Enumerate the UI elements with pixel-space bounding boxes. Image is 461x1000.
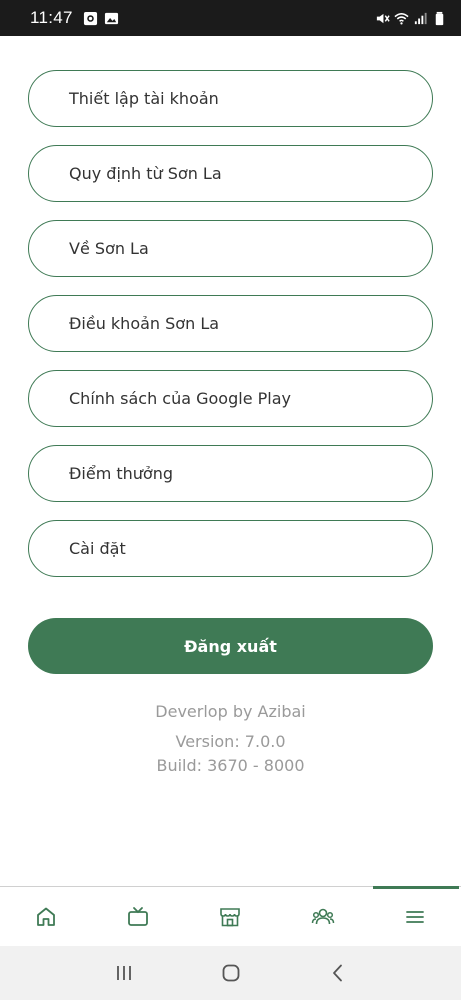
community-icon bbox=[311, 908, 334, 924]
home-circle-icon bbox=[222, 964, 239, 982]
settings-item[interactable]: Cài đặt bbox=[28, 520, 433, 577]
build-text: Build: 3670 - 8000 bbox=[156, 756, 305, 775]
tv-icon bbox=[128, 906, 149, 926]
account-settings-item[interactable]: Thiết lập tài khoản bbox=[28, 70, 433, 127]
menu-item-label: Thiết lập tài khoản bbox=[69, 89, 219, 108]
developer-credit: Deverlop by Azibai bbox=[155, 702, 306, 721]
son-la-terms-item[interactable]: Điều khoản Sơn La bbox=[28, 295, 433, 352]
menu-item-label: Điều khoản Sơn La bbox=[69, 314, 220, 333]
nav-home[interactable] bbox=[0, 887, 92, 947]
wifi-icon bbox=[394, 11, 409, 26]
menu-item-label: Chính sách của Google Play bbox=[69, 389, 291, 408]
reward-points-item[interactable]: Điểm thưởng bbox=[28, 445, 433, 502]
nav-store[interactable] bbox=[184, 887, 276, 947]
battery-icon bbox=[432, 11, 447, 26]
bottom-navigation bbox=[0, 886, 461, 946]
nav-community[interactable] bbox=[277, 887, 369, 947]
menu-item-label: Điểm thưởng bbox=[69, 464, 173, 483]
menu-icon bbox=[405, 910, 424, 923]
status-bar: 11:47 bbox=[0, 0, 461, 36]
version-text: Version: 7.0.0 bbox=[175, 732, 286, 751]
menu-item-label: Cài đặt bbox=[69, 539, 126, 558]
system-navigation-bar bbox=[0, 946, 461, 1000]
about-son-la-item[interactable]: Về Sơn La bbox=[28, 220, 433, 277]
google-play-policy-item[interactable]: Chính sách của Google Play bbox=[28, 370, 433, 427]
nav-menu[interactable] bbox=[369, 887, 461, 947]
recent-apps-icon bbox=[116, 966, 131, 980]
active-tab-indicator bbox=[373, 886, 459, 889]
settings-menu-list: Thiết lập tài khoản Quy định từ Sơn La V… bbox=[28, 70, 433, 595]
recent-apps-button[interactable] bbox=[104, 953, 144, 993]
mute-icon bbox=[375, 11, 390, 26]
status-right-icons bbox=[375, 11, 447, 26]
menu-item-label: Về Sơn La bbox=[69, 239, 149, 258]
image-icon bbox=[104, 11, 119, 26]
son-la-regulations-item[interactable]: Quy định từ Sơn La bbox=[28, 145, 433, 202]
status-left-icons bbox=[83, 11, 119, 26]
nav-tv[interactable] bbox=[92, 887, 184, 947]
back-chevron-icon bbox=[332, 964, 342, 982]
back-button[interactable] bbox=[318, 953, 358, 993]
signal-icon bbox=[413, 11, 428, 26]
store-icon bbox=[220, 907, 241, 926]
home-button[interactable] bbox=[211, 953, 251, 993]
status-time: 11:47 bbox=[30, 8, 73, 27]
home-icon bbox=[37, 907, 55, 926]
screen-record-icon bbox=[83, 11, 98, 26]
logout-button[interactable]: Đăng xuất bbox=[28, 618, 433, 674]
menu-item-label: Quy định từ Sơn La bbox=[69, 164, 222, 183]
